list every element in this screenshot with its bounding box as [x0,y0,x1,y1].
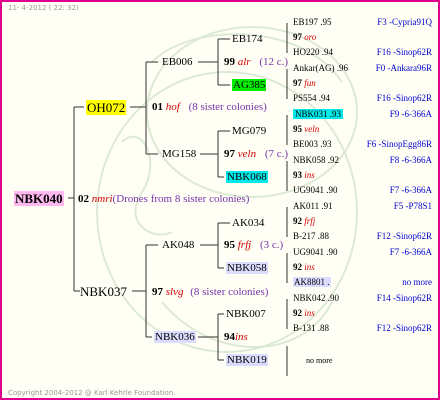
node-nbk068[interactable]: NBK068 [226,171,268,183]
node-mg079[interactable]: MG079 [232,126,266,137]
pedigree-panel: 11- 4-2012 ( 22: 32) Copyright 2004-2012… [0,0,440,400]
g4-nbk031-origin: F9 -6-366A [389,109,432,119]
g4-b131-origin: F12 -Sinop62R [376,323,432,333]
nbk037-colony-info: 97 slvg (8 sister colonies) [152,286,269,298]
g4-eb197[interactable]: EB197 .95 [293,18,332,27]
node-nbk058[interactable]: NBK058 [226,262,268,274]
g4-ak8801-origin: no more [402,277,432,287]
g4-nbk042-mid: 92 ins [293,308,315,318]
node-nbk036[interactable]: NBK036 [154,331,196,343]
g4-nbk031[interactable]: NBK031 .93 [293,109,344,119]
g4-nbk042-origin: F14 -Sinop62R [376,293,432,303]
g4-ug9041b-origin: F7 -6-366A [389,247,432,257]
g4-b131[interactable]: B-131 .88 [293,324,329,333]
g4-ak011-mid: 92 frfj [293,216,316,226]
node-ak034[interactable]: AK034 [232,218,264,229]
node-ag385[interactable]: AG385 [232,79,267,91]
node-ak048[interactable]: AK048 [162,240,194,251]
g4-ak011[interactable]: AK011 .91 [293,202,333,211]
node-eb006[interactable]: EB006 [162,57,193,68]
g4-nbk019-no-more: no more [306,356,333,365]
copyright-footer: Copyright 2004-2012 @ Karl Kehrle Founda… [8,389,176,397]
root-drones-label: 02 nmri(Drones from 8 sister colonies) [78,193,250,205]
node-oh072[interactable]: OH072 [86,100,127,115]
g4-ho220[interactable]: HO220 .94 [293,48,333,57]
g4-b217[interactable]: B-217 .88 [293,232,329,241]
root-id: NBK040 [14,191,64,206]
node-nbk007[interactable]: NBK007 [226,309,266,320]
g4-ankara-mid: 97 fun [293,78,316,88]
mg158-info: 97 veln (7 c.) [224,148,289,160]
g4-ankara-origin: F0 -Ankara96R [375,63,432,73]
g4-b217-origin: F12 -Sinop62R [376,231,432,241]
g4-ho220-origin: F16 -Sinop62R [376,47,432,57]
node-mg158[interactable]: MG158 [162,149,196,160]
g4-ps554[interactable]: PS554 .94 [293,94,330,103]
oh072-colony-info: 01 hof (8 sister colonies) [152,101,267,113]
g4-ak8801[interactable]: AK8801 . [293,277,331,287]
g4-ug9041a[interactable]: UG9041 .90 [293,186,338,195]
eb006-info: 99 alr (12 c.) [224,56,289,68]
g4-ps554-origin: F16 -Sinop62R [376,93,432,103]
node-nbk019[interactable]: NBK019 [226,354,268,366]
ak048-info: 95 frfj (3 c.) [224,239,284,251]
g4-nbk058a[interactable]: NBK058 .92 [293,156,339,165]
g4-ankara[interactable]: Ankar(AG) .96 [293,64,348,73]
node-eb174[interactable]: EB174 [232,34,263,45]
g4-ug9041b-mid: 92 ins [293,262,315,272]
g4-eb197-origin: F3 -Cypria91Q [377,17,432,27]
g4-eb197-mid: 97 oro [293,32,317,42]
node-nbk037[interactable]: NBK037 [80,285,127,298]
nbk036-info: 94ins [224,331,248,343]
g4-nbk031-mid: 95 veln [293,124,320,134]
g4-nbk058a-mid: 93 ins [293,170,315,180]
g4-nbk042[interactable]: NBK042 .90 [293,294,339,303]
g4-be003-origin: F6 -SinopEgg86R [366,139,432,149]
header-date: 11- 4-2012 ( 22: 32) [8,4,79,12]
g4-ug9041b[interactable]: UG9041 .90 [293,248,338,257]
root-node[interactable]: NBK040 [14,191,64,206]
g4-ug9041a-origin: F7 -6-366A [389,185,432,195]
g4-ak011-origin: F5 -P78S1 [393,201,432,211]
g4-nbk058a-origin: F8 -6-366A [389,155,432,165]
g4-be003[interactable]: BE003 .93 [293,140,332,149]
